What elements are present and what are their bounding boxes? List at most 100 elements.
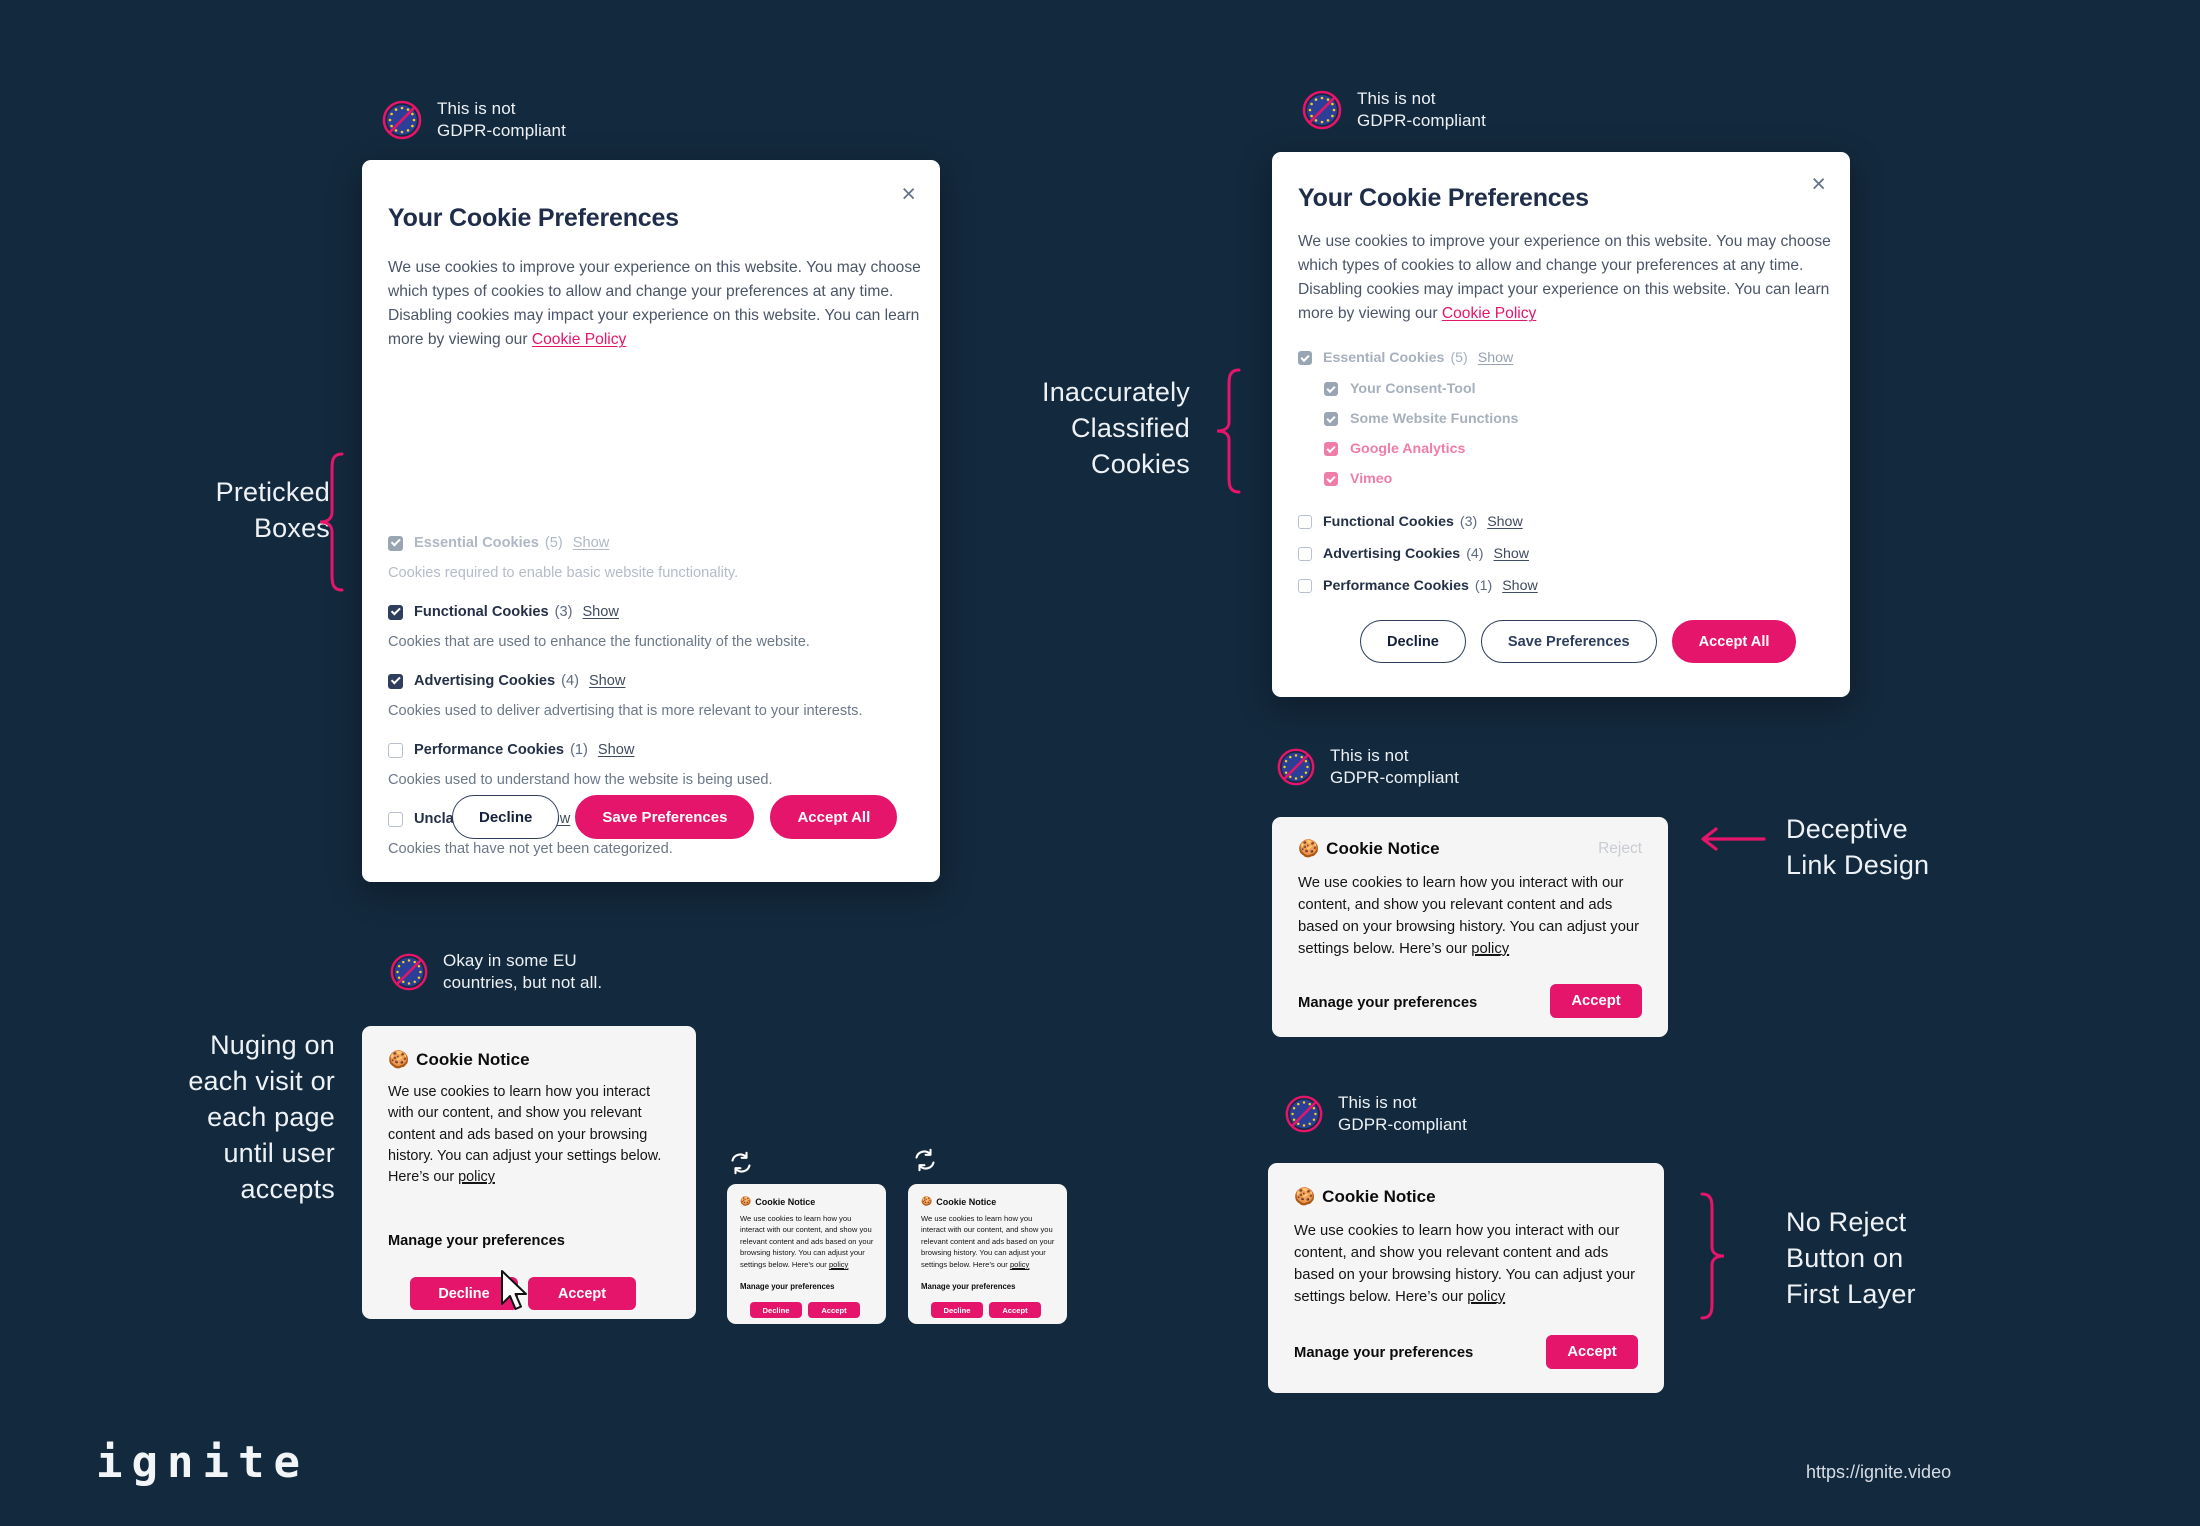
accept-all-button[interactable]: Accept All xyxy=(1671,620,1797,663)
remaining-categories: Functional Cookies (3) Show Advertising … xyxy=(1298,514,1838,594)
notice-header: 🍪 Cookie Notice xyxy=(362,1026,696,1070)
accept-button[interactable]: Accept xyxy=(1546,1335,1638,1369)
checkbox-functional[interactable] xyxy=(388,604,403,620)
show-link-advertising[interactable]: Show xyxy=(1494,546,1530,562)
cookie-category-functional[interactable]: Functional Cookies (3) Show xyxy=(1298,514,1838,530)
notice-actions: Decline Accept xyxy=(931,1302,1041,1318)
checkbox-advertising[interactable] xyxy=(1298,547,1312,561)
close-icon[interactable]: × xyxy=(901,182,916,207)
mouse-cursor-icon xyxy=(498,1268,534,1319)
notice-title-text: Cookie Notice xyxy=(1326,839,1440,858)
show-link-functional[interactable]: Show xyxy=(582,604,619,620)
manage-preferences-link[interactable]: Manage your preferences xyxy=(740,1282,834,1291)
category-count: (5) xyxy=(1450,350,1468,366)
save-preferences-button[interactable]: Save Preferences xyxy=(575,795,755,839)
cookie-category-row[interactable]: Advertising Cookies (4) Show xyxy=(388,673,928,689)
decline-button[interactable]: Decline xyxy=(1360,620,1466,663)
badge-label: This is not GDPR-compliant xyxy=(1338,1093,1467,1135)
checkbox-unclassified[interactable] xyxy=(388,811,403,827)
page-title: Your Cookie Preferences xyxy=(388,204,679,232)
sub-cookie-row[interactable]: Some Website Functions xyxy=(1324,411,1838,427)
notice-title: 🍪 Cookie Notice xyxy=(1298,839,1440,859)
sub-cookie-row[interactable]: Google Analytics xyxy=(1324,441,1838,457)
show-link-essential[interactable]: Show xyxy=(573,535,610,551)
annotation-inaccurately-classified: Inaccurately Classified Cookies xyxy=(1042,377,1190,479)
gdpr-badge-right-dialog: This is not GDPR-compliant xyxy=(1300,88,1486,133)
save-preferences-button[interactable]: Save Preferences xyxy=(1480,620,1657,663)
cookie-policy-link[interactable]: Cookie Policy xyxy=(532,331,626,348)
category-description: Cookies that have not yet been categoriz… xyxy=(388,841,673,857)
show-link-performance[interactable]: Show xyxy=(598,742,635,758)
policy-link[interactable]: policy xyxy=(458,1169,495,1185)
dialog-description: We use cookies to improve your experienc… xyxy=(1298,230,1834,327)
decline-button[interactable]: Decline xyxy=(452,795,560,839)
show-link-advertising[interactable]: Show xyxy=(589,673,626,689)
policy-link[interactable]: policy xyxy=(1010,1260,1029,1269)
checkbox-essential[interactable] xyxy=(388,535,403,551)
cookie-icon: 🍪 xyxy=(1294,1187,1316,1206)
show-link-essential[interactable]: Show xyxy=(1478,350,1514,366)
sub-cookie-row[interactable]: Your Consent-Tool xyxy=(1324,381,1838,397)
decline-button[interactable]: Decline xyxy=(750,1302,802,1318)
accept-button[interactable]: Accept xyxy=(1550,984,1642,1018)
cookie-icon: 🍪 xyxy=(1298,839,1320,858)
category-count: (1) xyxy=(1474,578,1493,594)
manage-preferences-link[interactable]: Manage your preferences xyxy=(1294,1345,1473,1361)
cookie-notice-card-deceptive: 🍪 Cookie Notice Reject We use cookies to… xyxy=(1272,817,1668,1037)
essential-sub-cookie-list: Your Consent-Tool Some Website Functions… xyxy=(1324,381,1838,487)
show-link-performance[interactable]: Show xyxy=(1502,578,1538,594)
cookie-preferences-dialog-right: × Your Cookie Preferences We use cookies… xyxy=(1272,152,1850,697)
checkbox-some-website-functions[interactable] xyxy=(1324,412,1338,426)
accept-button[interactable]: Accept xyxy=(808,1302,860,1318)
reject-link[interactable]: Reject xyxy=(1598,840,1642,858)
checkbox-vimeo[interactable] xyxy=(1324,472,1338,486)
show-link-functional[interactable]: Show xyxy=(1487,514,1523,530)
cookie-preferences-dialog-left: × Your Cookie Preferences We use cookies… xyxy=(362,160,940,882)
policy-link[interactable]: policy xyxy=(829,1260,848,1269)
refresh-icon xyxy=(913,1148,937,1177)
notice-actions: Accept xyxy=(1550,984,1642,1018)
cookie-category-essential[interactable]: Essential Cookies (5) Show xyxy=(1298,350,1838,366)
checkbox-performance[interactable] xyxy=(388,742,403,758)
category-count: (4) xyxy=(1466,546,1484,562)
category-count: (3) xyxy=(554,604,573,620)
brace-inaccurately-classified xyxy=(1215,368,1241,499)
notice-actions: Accept xyxy=(1546,1335,1638,1369)
checkbox-your-consent-tool[interactable] xyxy=(1324,382,1338,396)
policy-link[interactable]: policy xyxy=(1467,1289,1505,1305)
checkbox-performance[interactable] xyxy=(1298,579,1312,593)
accept-all-button[interactable]: Accept All xyxy=(770,795,898,839)
cookie-category-row[interactable]: Functional Cookies (3) Show xyxy=(388,604,928,620)
cookie-category-row[interactable]: Performance Cookies (1) Show xyxy=(388,742,928,758)
checkbox-advertising[interactable] xyxy=(388,673,403,689)
cookie-category-performance[interactable]: Performance Cookies (1) Show xyxy=(1298,578,1838,594)
manage-preferences-link[interactable]: Manage your preferences xyxy=(388,1233,565,1249)
cookie-category-row[interactable]: Essential Cookies (5) Show xyxy=(388,535,928,551)
category-label: Advertising Cookies xyxy=(414,673,556,689)
brace-no-reject-button xyxy=(1700,1192,1726,1325)
policy-link[interactable]: policy xyxy=(1471,941,1509,957)
category-label: Functional Cookies xyxy=(1323,514,1454,530)
checkbox-google-analytics[interactable] xyxy=(1324,442,1338,456)
manage-preferences-link[interactable]: Manage your preferences xyxy=(921,1282,1015,1291)
brace-preticked-boxes xyxy=(318,452,344,597)
category-label: Advertising Cookies xyxy=(1323,546,1461,562)
checkbox-essential[interactable] xyxy=(1298,351,1312,365)
manage-preferences-link[interactable]: Manage your preferences xyxy=(1298,995,1477,1011)
cookie-category-essential: Essential Cookies (5) Show Cookies requi… xyxy=(388,535,928,581)
accept-button[interactable]: Accept xyxy=(528,1277,636,1310)
close-icon[interactable]: × xyxy=(1811,172,1826,197)
notice-body-text: We use cookies to learn how you interact… xyxy=(388,1084,662,1186)
cookie-policy-link[interactable]: Cookie Policy xyxy=(1442,305,1536,322)
cookie-category-advertising[interactable]: Advertising Cookies (4) Show xyxy=(1298,546,1838,562)
badge-label: This is not GDPR-compliant xyxy=(437,99,566,141)
notice-body-text: We use cookies to learn how you interact… xyxy=(1294,1223,1636,1305)
accept-button[interactable]: Accept xyxy=(989,1302,1041,1318)
decline-button[interactable]: Decline xyxy=(931,1302,983,1318)
checkbox-functional[interactable] xyxy=(1298,515,1312,529)
sub-cookie-row[interactable]: Vimeo xyxy=(1324,471,1838,487)
dialog-description: We use cookies to improve your experienc… xyxy=(388,256,924,353)
annotation-preticked-boxes: Preticked Boxes xyxy=(215,477,330,543)
notice-body: We use cookies to learn how you interact… xyxy=(740,1213,874,1270)
notice-body: We use cookies to learn how you interact… xyxy=(1268,1207,1664,1309)
